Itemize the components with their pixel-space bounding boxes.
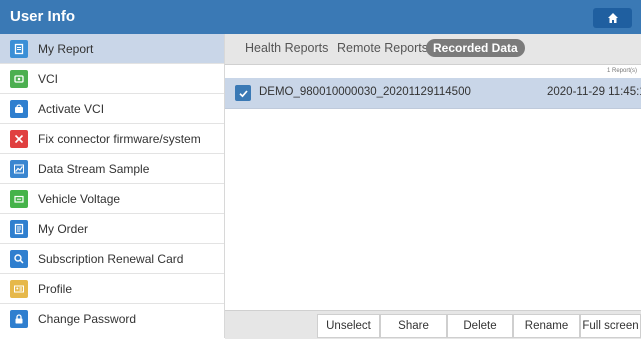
sidebar-item-label: Activate VCI bbox=[38, 101, 105, 116]
table-row[interactable]: DEMO_980010000030_20201129114500 2020-11… bbox=[225, 78, 641, 109]
main-panel: Health Reports Remote Reports Recorded D… bbox=[225, 34, 641, 339]
vci-icon bbox=[10, 69, 28, 88]
lock-icon bbox=[10, 310, 28, 328]
voltage-icon bbox=[10, 189, 28, 208]
sidebar-item-label: Subscription Renewal Card bbox=[38, 251, 184, 266]
action-bar: Unselect Share Delete Rename Full screen bbox=[225, 310, 641, 339]
page-title: User Info bbox=[10, 8, 76, 25]
chart-icon bbox=[10, 159, 28, 178]
share-button[interactable]: Share bbox=[380, 314, 447, 338]
report-count: 1 Report(s) bbox=[606, 68, 637, 74]
sidebar-item-data-stream-sample[interactable]: Data Stream Sample bbox=[0, 154, 224, 184]
unselect-button[interactable]: Unselect bbox=[317, 314, 380, 338]
sidebar-item-label: Change Password bbox=[38, 312, 137, 326]
tab-health-reports[interactable]: Health Reports bbox=[245, 41, 328, 55]
sidebar-item-activate-vci[interactable]: Activate VCI bbox=[0, 94, 224, 124]
search-card-icon bbox=[10, 249, 28, 268]
rename-button[interactable]: Rename bbox=[513, 314, 580, 338]
tab-recorded-data[interactable]: Recorded Data bbox=[426, 39, 525, 57]
sidebar-item-vci[interactable]: VCI bbox=[0, 64, 224, 94]
record-name: DEMO_980010000030_20201129114500 bbox=[259, 86, 471, 98]
sidebar-item-label: Fix connector firmware/system bbox=[38, 131, 201, 146]
home-icon bbox=[607, 13, 618, 23]
row-checkbox[interactable] bbox=[235, 85, 251, 101]
tab-remote-reports[interactable]: Remote Reports bbox=[337, 41, 428, 55]
report-icon bbox=[10, 39, 28, 58]
tools-icon bbox=[10, 129, 28, 148]
sidebar-item-fix-connector[interactable]: Fix connector firmware/system bbox=[0, 124, 224, 154]
sidebar-item-label: Data Stream Sample bbox=[38, 161, 150, 176]
sidebar-item-profile[interactable]: Profile bbox=[0, 274, 224, 304]
sidebar-item-label: Profile bbox=[38, 281, 73, 296]
sidebar-item-label: My Order bbox=[38, 221, 89, 236]
title-bar: User Info bbox=[0, 0, 641, 34]
activate-vci-icon bbox=[10, 99, 28, 118]
tab-bar: Health Reports Remote Reports Recorded D… bbox=[225, 34, 641, 65]
home-button[interactable] bbox=[593, 8, 632, 28]
sidebar-item-vehicle-voltage[interactable]: Vehicle Voltage bbox=[0, 184, 224, 214]
delete-button[interactable]: Delete bbox=[447, 314, 513, 338]
sidebar-item-subscription-renewal-card[interactable]: Subscription Renewal Card bbox=[0, 244, 224, 274]
full-screen-button[interactable]: Full screen bbox=[580, 314, 641, 338]
order-icon bbox=[10, 219, 28, 238]
sidebar-item-my-report[interactable]: My Report bbox=[0, 34, 224, 64]
profile-icon bbox=[10, 279, 28, 298]
sidebar-item-label: My Report bbox=[38, 41, 94, 56]
sidebar-item-label: VCI bbox=[38, 71, 59, 86]
sidebar-item-my-order[interactable]: My Order bbox=[0, 214, 224, 244]
sidebar: My Report VCI Activate VCI Fix connector… bbox=[0, 34, 225, 338]
sidebar-item-label: Vehicle Voltage bbox=[38, 191, 121, 206]
checkmark-icon bbox=[238, 89, 248, 97]
record-date: 2020-11-29 11:45:10 bbox=[547, 86, 641, 98]
sidebar-item-change-password[interactable]: Change Password bbox=[0, 304, 224, 334]
